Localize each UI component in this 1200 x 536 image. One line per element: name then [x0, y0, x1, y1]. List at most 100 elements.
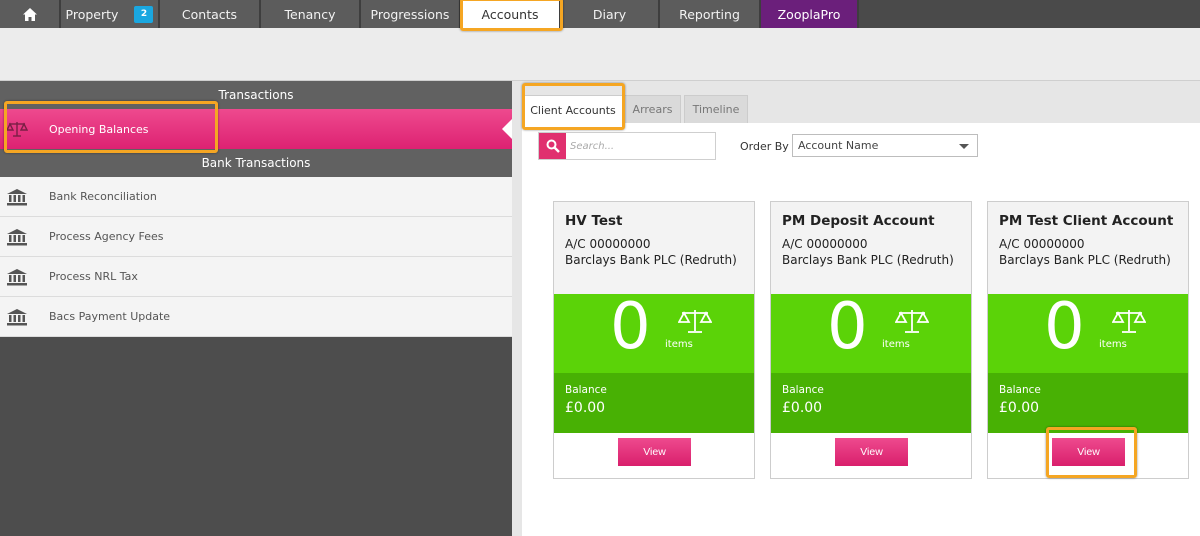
nav-home-button[interactable] [0, 0, 61, 28]
nav-tab-label: Diary [592, 6, 627, 22]
account-card: PM Deposit Account A/C 00000000 Barclays… [770, 201, 972, 479]
account-card-footer: View [988, 433, 1188, 478]
menu-item-label: Process NRL Tax [49, 270, 138, 283]
left-menu-panel: Transactions Opening Balances Bank Trans… [0, 81, 512, 536]
items-count-panel: 0 items [988, 290, 1188, 373]
section-title: Transactions [218, 88, 294, 102]
search-input[interactable] [570, 136, 710, 156]
scales-icon [895, 310, 929, 333]
items-count: 0 [827, 290, 868, 364]
view-button[interactable]: View [835, 438, 908, 466]
items-label: items [665, 339, 693, 350]
nav-tab-label: Accounts [481, 6, 539, 22]
account-card: HV Test A/C 00000000 Barclays Bank PLC (… [553, 201, 755, 479]
section-header-transactions: Transactions [0, 81, 512, 109]
items-count: 0 [610, 290, 651, 364]
account-name: PM Test Client Account [999, 213, 1174, 229]
nav-tab-label: Property [65, 6, 119, 22]
balance-value: £0.00 [565, 400, 606, 416]
menu-item-opening-balances[interactable]: Opening Balances [0, 109, 512, 149]
tab-client-accounts[interactable]: Client Accounts [522, 95, 624, 124]
account-bank: Barclays Bank PLC (Redruth) [782, 253, 954, 267]
items-label: items [882, 339, 910, 350]
scales-icon [1112, 310, 1146, 333]
account-bank: Barclays Bank PLC (Redruth) [999, 253, 1171, 267]
nav-tab-label: Reporting [679, 6, 740, 22]
nav-tab-progressions[interactable]: Progressions [361, 0, 461, 28]
items-count-panel: 0 items [771, 290, 971, 373]
scales-icon [6, 122, 28, 137]
home-icon [22, 7, 37, 21]
client-accounts-content: Order By Account Name HV Test A/C 000000… [522, 123, 1200, 536]
account-card: PM Test Client Account A/C 00000000 Barc… [987, 201, 1189, 479]
nav-tab-label: ZooplaPro [777, 6, 841, 22]
view-button[interactable]: View [1052, 438, 1125, 466]
tab-label: Arrears [632, 103, 673, 116]
bank-icon [7, 309, 27, 326]
menu-item-label: Opening Balances [49, 122, 149, 136]
account-bank: Barclays Bank PLC (Redruth) [565, 253, 737, 267]
menu-item-process-nrl-tax[interactable]: Process NRL Tax [0, 257, 512, 297]
nav-tab-label: Progressions [370, 6, 450, 22]
search-button[interactable] [539, 133, 566, 159]
items-count: 0 [1044, 290, 1085, 364]
tab-arrears[interactable]: Arrears [624, 95, 681, 123]
order-by-select[interactable]: Account Name [792, 134, 978, 157]
menu-item-process-agency-fees[interactable]: Process Agency Fees [0, 217, 512, 257]
account-card-header: PM Deposit Account A/C 00000000 Barclays… [771, 202, 971, 294]
account-name: HV Test [565, 213, 623, 229]
nav-tab-label: Contacts [181, 6, 238, 22]
balance-panel: Balance £0.00 [771, 373, 971, 433]
nav-tab-property[interactable]: Property 2 [61, 0, 160, 28]
tab-label: Client Accounts [530, 103, 616, 117]
account-number: A/C 00000000 [565, 237, 651, 251]
nav-tab-diary[interactable]: Diary [561, 0, 660, 28]
search-icon [546, 139, 560, 153]
section-header-bank-transactions: Bank Transactions [0, 149, 512, 177]
balance-panel: Balance £0.00 [988, 373, 1188, 433]
tab-timeline[interactable]: Timeline [684, 95, 748, 123]
tab-label: Timeline [692, 103, 740, 116]
menu-item-label: Bank Reconciliation [49, 190, 157, 203]
menu-item-label: Bacs Payment Update [49, 310, 171, 323]
nav-tab-reporting[interactable]: Reporting [660, 0, 761, 28]
nav-tab-accounts[interactable]: Accounts [461, 0, 561, 28]
toolbar-area [0, 28, 1200, 81]
account-card-footer: View [771, 433, 971, 478]
balance-label: Balance [999, 384, 1041, 396]
selection-pointer [502, 119, 512, 139]
account-card-footer: View [554, 433, 754, 478]
nav-tab-zooplapro[interactable]: ZooplaPro [761, 0, 859, 28]
items-count-panel: 0 items [554, 290, 754, 373]
account-number: A/C 00000000 [999, 237, 1085, 251]
account-card-header: HV Test A/C 00000000 Barclays Bank PLC (… [554, 202, 754, 294]
balance-value: £0.00 [782, 400, 823, 416]
view-button[interactable]: View [618, 438, 691, 466]
menu-item-bank-reconciliation[interactable]: Bank Reconciliation [0, 177, 512, 217]
bank-icon [7, 189, 27, 206]
order-by-value: Account Name [798, 139, 879, 152]
bank-icon [7, 269, 27, 286]
bank-icon [7, 229, 27, 246]
balance-label: Balance [782, 384, 824, 396]
property-count-badge: 2 [134, 5, 154, 23]
nav-tab-contacts[interactable]: Contacts [160, 0, 261, 28]
balance-value: £0.00 [999, 400, 1040, 416]
balance-panel: Balance £0.00 [554, 373, 754, 433]
main-content-panel: Client Accounts Arrears Timeline Order B… [512, 81, 1200, 536]
search-box [538, 132, 716, 160]
nav-tab-label: Tenancy [284, 6, 336, 22]
chevron-down-icon [959, 144, 969, 149]
order-by-label: Order By [740, 140, 789, 153]
scales-icon [678, 310, 712, 333]
menu-item-bacs-payment-update[interactable]: Bacs Payment Update [0, 297, 512, 337]
account-card-header: PM Test Client Account A/C 00000000 Barc… [988, 202, 1188, 294]
account-name: PM Deposit Account [782, 213, 935, 229]
nav-tab-tenancy[interactable]: Tenancy [261, 0, 361, 28]
section-title: Bank Transactions [201, 156, 311, 170]
balance-label: Balance [565, 384, 607, 396]
account-number: A/C 00000000 [782, 237, 868, 251]
top-navigation: Property 2 Contacts Tenancy Progressions… [0, 0, 1200, 28]
items-label: items [1099, 339, 1127, 350]
menu-item-label: Process Agency Fees [49, 230, 164, 243]
